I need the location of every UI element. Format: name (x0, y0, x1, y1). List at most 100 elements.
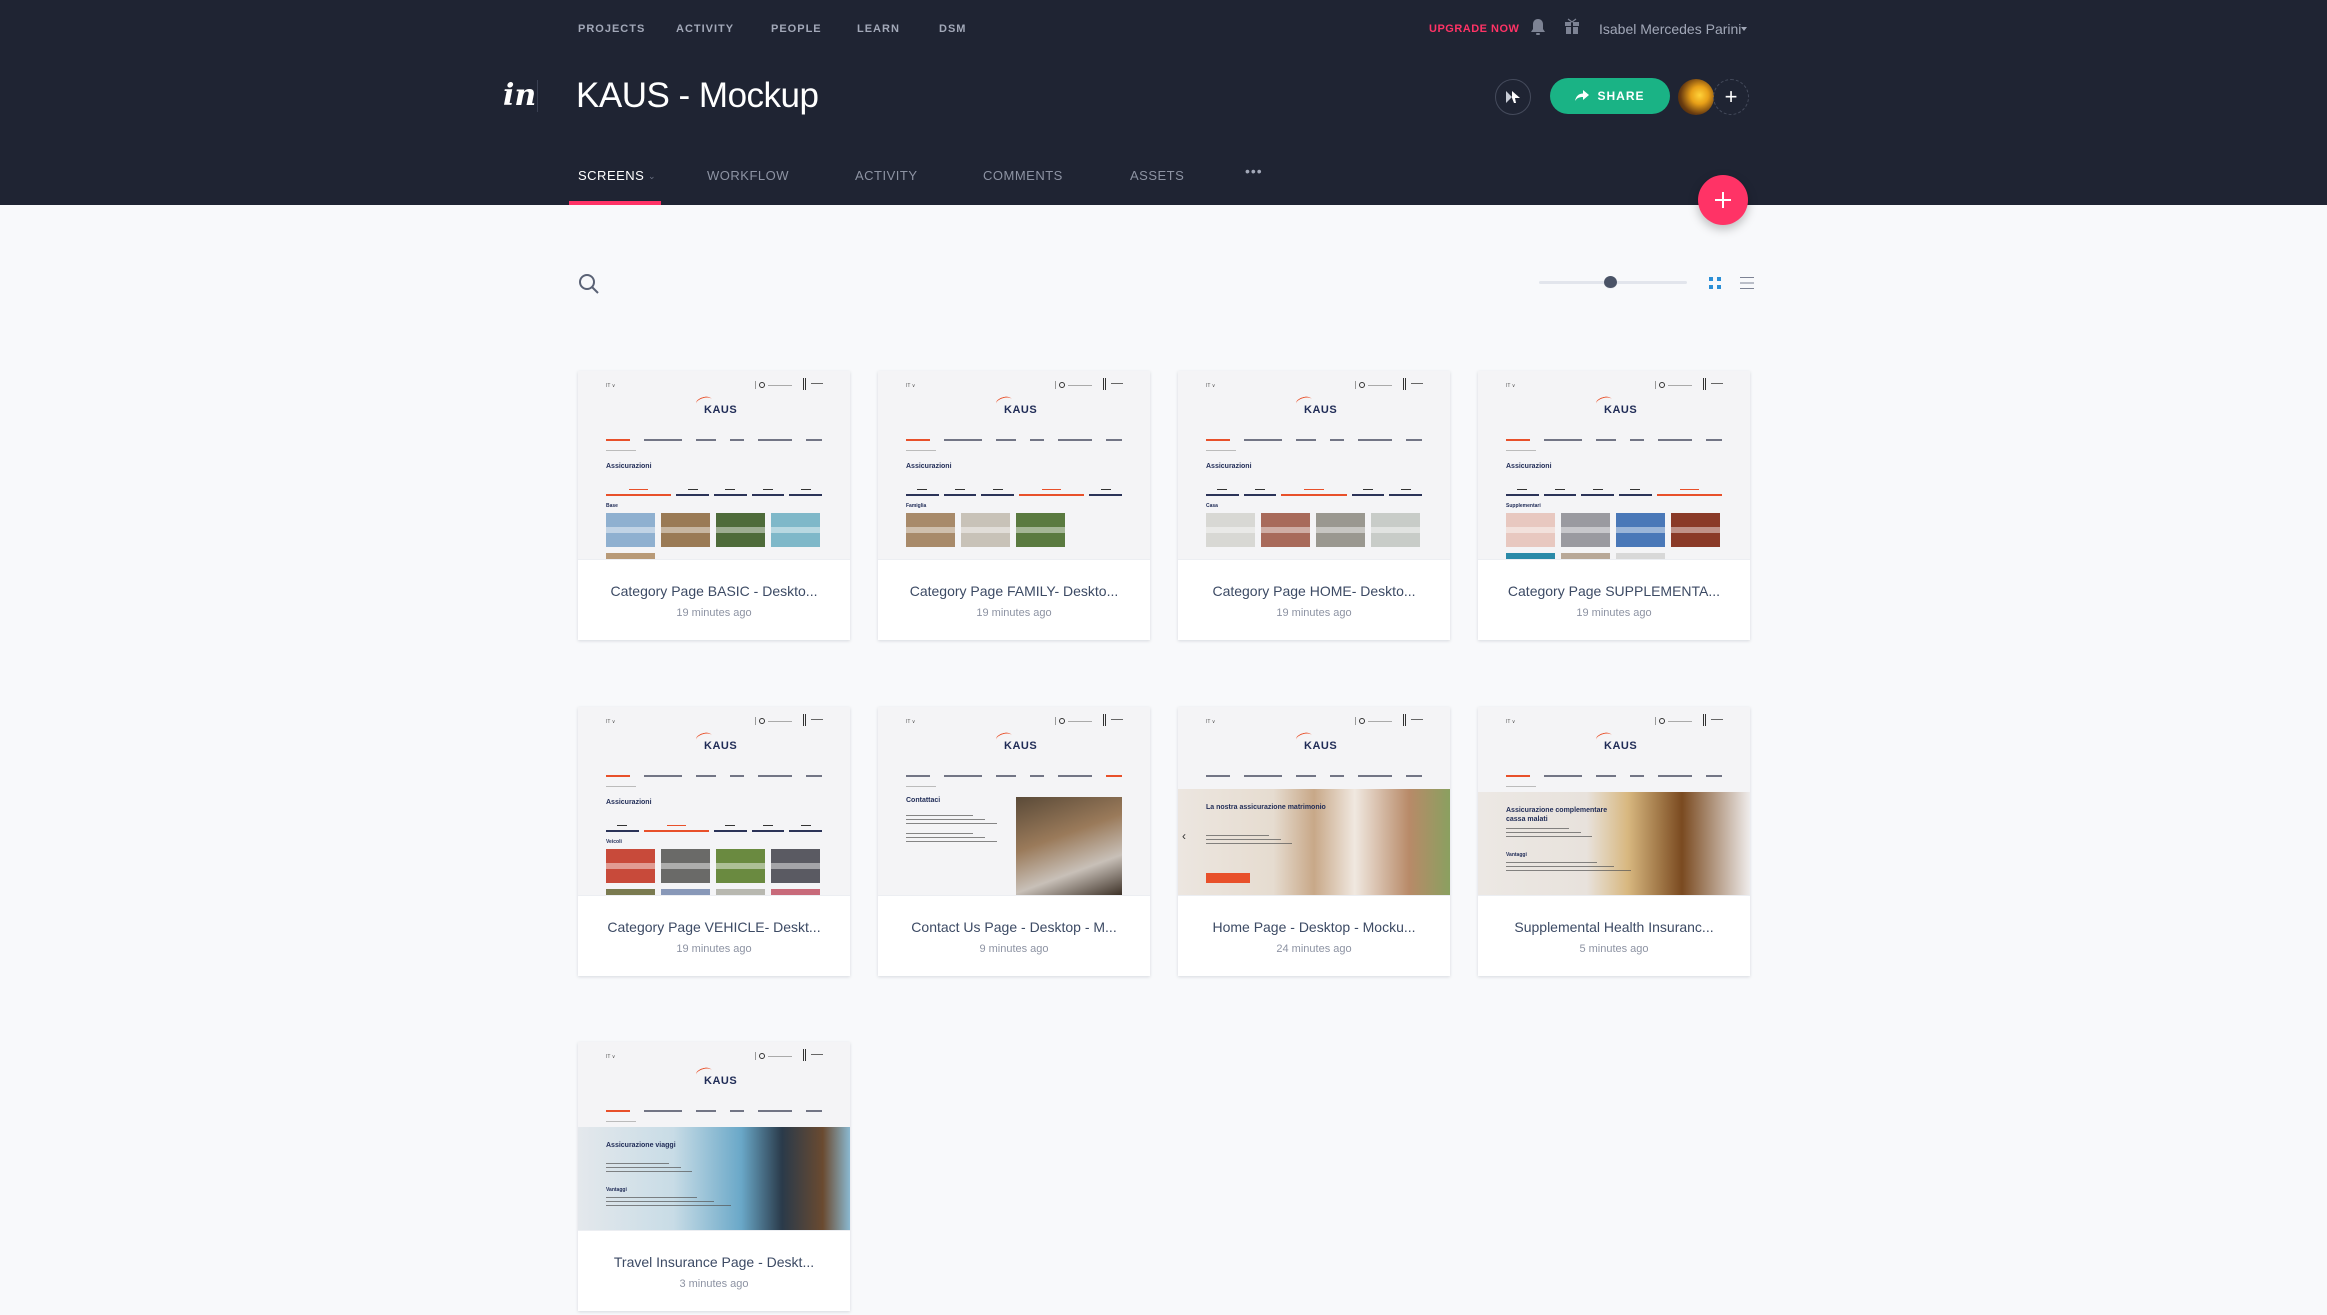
screen-card[interactable]: IT ∨ KAUS Assicurazioni Veicoli Category Pag… (578, 707, 850, 976)
screen-title[interactable]: Contact Us Page - Desktop - M... (878, 919, 1150, 935)
invision-logo[interactable]: in (503, 78, 536, 113)
mini-product-tiles (606, 513, 826, 559)
screen-thumbnail[interactable]: IT ∨ KAUS Assicurazione viaggi Vantaggi (578, 1042, 850, 1231)
bell-icon[interactable] (1530, 18, 1546, 36)
list-view-icon[interactable] (1740, 276, 1754, 290)
nav-people[interactable]: PEOPLE (771, 23, 822, 35)
mini-category-tabs (606, 820, 823, 832)
mini-nav (1506, 775, 1722, 778)
screen-title[interactable]: Category Page HOME- Deskto... (1178, 583, 1450, 599)
screen-title[interactable]: Home Page - Desktop - Mocku... (1178, 919, 1450, 935)
preview-mode-button[interactable] (1495, 79, 1531, 115)
mini-tile (1016, 513, 1065, 547)
user-menu-caret-icon[interactable] (1741, 27, 1747, 31)
mini-breadcrumb (1506, 450, 1536, 451)
mini-subheading: Vantaggi (606, 1187, 627, 1193)
nav-projects[interactable]: PROJECTS (578, 23, 645, 35)
nav-learn[interactable]: LEARN (857, 23, 900, 35)
screen-title[interactable]: Category Page FAMILY- Deskto... (878, 583, 1150, 599)
mini-language-switch: IT ∨ (1206, 383, 1216, 389)
mini-hero-title: Assicurazione complementare cassa malati (1506, 807, 1608, 823)
mini-tile (771, 889, 820, 895)
gift-icon[interactable] (1564, 18, 1580, 34)
mini-language-switch: IT ∨ (1506, 719, 1516, 725)
screen-timestamp: 24 minutes ago (1276, 943, 1352, 955)
screen-title[interactable]: Travel Insurance Page - Deskt... (578, 1254, 850, 1270)
screen-thumbnail[interactable]: IT ∨ KAUS Assicurazioni Veicoli (578, 707, 850, 896)
screen-card[interactable]: IT ∨ KAUS Assicurazioni Base Category Page B… (578, 371, 850, 640)
active-tab-indicator (569, 201, 661, 205)
mini-text-lines (1506, 862, 1636, 874)
mini-product-tiles (606, 849, 826, 895)
mini-search-icon (755, 717, 797, 725)
add-collaborator-button[interactable]: + (1713, 79, 1749, 115)
upgrade-now-link[interactable]: UPGRADE NOW (1429, 23, 1519, 35)
mini-divider (803, 378, 806, 390)
mini-tile (1561, 513, 1610, 547)
chevron-down-icon[interactable]: ⌄ (648, 171, 656, 182)
more-tabs-button[interactable]: ••• (1245, 163, 1263, 179)
screen-card[interactable]: IT ∨ KAUS Assicurazione viaggi Vantaggi Trav… (578, 1042, 850, 1311)
screen-thumbnail[interactable]: IT ∨ KAUS Assicurazioni Famiglia (878, 371, 1150, 560)
nav-dsm[interactable]: DSM (939, 23, 966, 35)
mini-kaus-logo: KAUS (704, 740, 738, 752)
mini-language-switch: IT ∨ (1206, 719, 1216, 725)
screen-title[interactable]: Category Page BASIC - Deskto... (578, 583, 850, 599)
mini-heading: Assicurazioni (606, 799, 652, 806)
screen-title[interactable]: Category Page VEHICLE- Deskt... (578, 919, 850, 935)
mini-login (1111, 719, 1123, 720)
mini-kaus-logo: KAUS (1004, 404, 1038, 416)
screen-card[interactable]: IT ∨ KAUS Assicurazioni Famiglia Category Pa… (878, 371, 1150, 640)
tab-comments[interactable]: COMMENTS (983, 168, 1063, 183)
mini-text-lines (1506, 828, 1596, 840)
nav-activity[interactable]: ACTIVITY (676, 23, 734, 35)
tab-workflow[interactable]: WORKFLOW (707, 168, 789, 183)
mini-kaus-logo: KAUS (1304, 740, 1338, 752)
mini-tile (661, 513, 710, 547)
screen-title[interactable]: Supplemental Health Insuranc... (1478, 919, 1750, 935)
mini-divider (1103, 378, 1106, 390)
mini-nav (906, 439, 1122, 442)
mini-tile (606, 513, 655, 547)
mini-login (1411, 719, 1423, 720)
screen-timestamp: 9 minutes ago (979, 943, 1049, 955)
screen-thumbnail[interactable]: IT ∨ KAUS Assicurazioni Supplementari (1478, 371, 1750, 560)
screen-timestamp: 3 minutes ago (679, 1278, 749, 1290)
mini-tile (606, 849, 655, 883)
screen-thumbnail[interactable]: IT ∨ KAUS Contattaci (878, 707, 1150, 896)
grid-view-icon[interactable] (1708, 276, 1722, 290)
mini-search-icon (1355, 381, 1397, 389)
mini-language-switch: IT ∨ (906, 383, 916, 389)
tab-screens[interactable]: SCREENS (578, 168, 644, 183)
add-screen-fab[interactable] (1698, 175, 1748, 225)
screen-card[interactable]: IT ∨ KAUS Contattaci Contact Us Page - Desk… (878, 707, 1150, 976)
collaborator-avatar[interactable] (1678, 79, 1714, 115)
screen-card[interactable]: IT ∨ KAUS Assicurazioni Casa Category Page H… (1178, 371, 1450, 640)
mini-category-tabs (906, 484, 1123, 496)
screen-thumbnail[interactable]: IT ∨ KAUS Assicurazione complementare cass… (1478, 707, 1750, 896)
mini-login (811, 719, 823, 720)
search-icon[interactable] (577, 272, 601, 296)
mini-subheading: Base (606, 503, 618, 509)
mini-heading: Contattaci (906, 797, 941, 804)
thumbnail-size-slider[interactable] (1539, 272, 1687, 294)
screen-card[interactable]: IT ∨ KAUS Assicurazioni Supplementari Catego… (1478, 371, 1750, 640)
mini-nav (906, 775, 1122, 778)
mini-subheading: Famiglia (906, 503, 927, 509)
share-button[interactable]: SHARE (1550, 78, 1670, 114)
mini-divider (803, 714, 806, 726)
screen-thumbnail[interactable]: IT ∨ KAUS Assicurazioni Base (578, 371, 850, 560)
screen-thumbnail[interactable]: IT ∨ KAUS Assicurazioni Casa (1178, 371, 1450, 560)
mini-language-switch: IT ∨ (1506, 383, 1516, 389)
screen-card[interactable]: IT ∨ KAUS La nostra assicurazione matrimon… (1178, 707, 1450, 976)
slider-thumb[interactable] (1604, 276, 1618, 289)
tab-assets[interactable]: ASSETS (1130, 168, 1184, 183)
screen-thumbnail[interactable]: IT ∨ KAUS La nostra assicurazione matrimon… (1178, 707, 1450, 896)
screen-title[interactable]: Category Page SUPPLEMENTA... (1478, 583, 1750, 599)
user-menu[interactable]: Isabel Mercedes Parini (1599, 21, 1741, 37)
mini-kaus-logo: KAUS (704, 1075, 738, 1087)
mini-breadcrumb (606, 450, 636, 451)
screen-card[interactable]: IT ∨ KAUS Assicurazione complementare cass… (1478, 707, 1750, 976)
tab-activity[interactable]: ACTIVITY (855, 168, 918, 183)
mini-breadcrumb (1506, 786, 1536, 787)
